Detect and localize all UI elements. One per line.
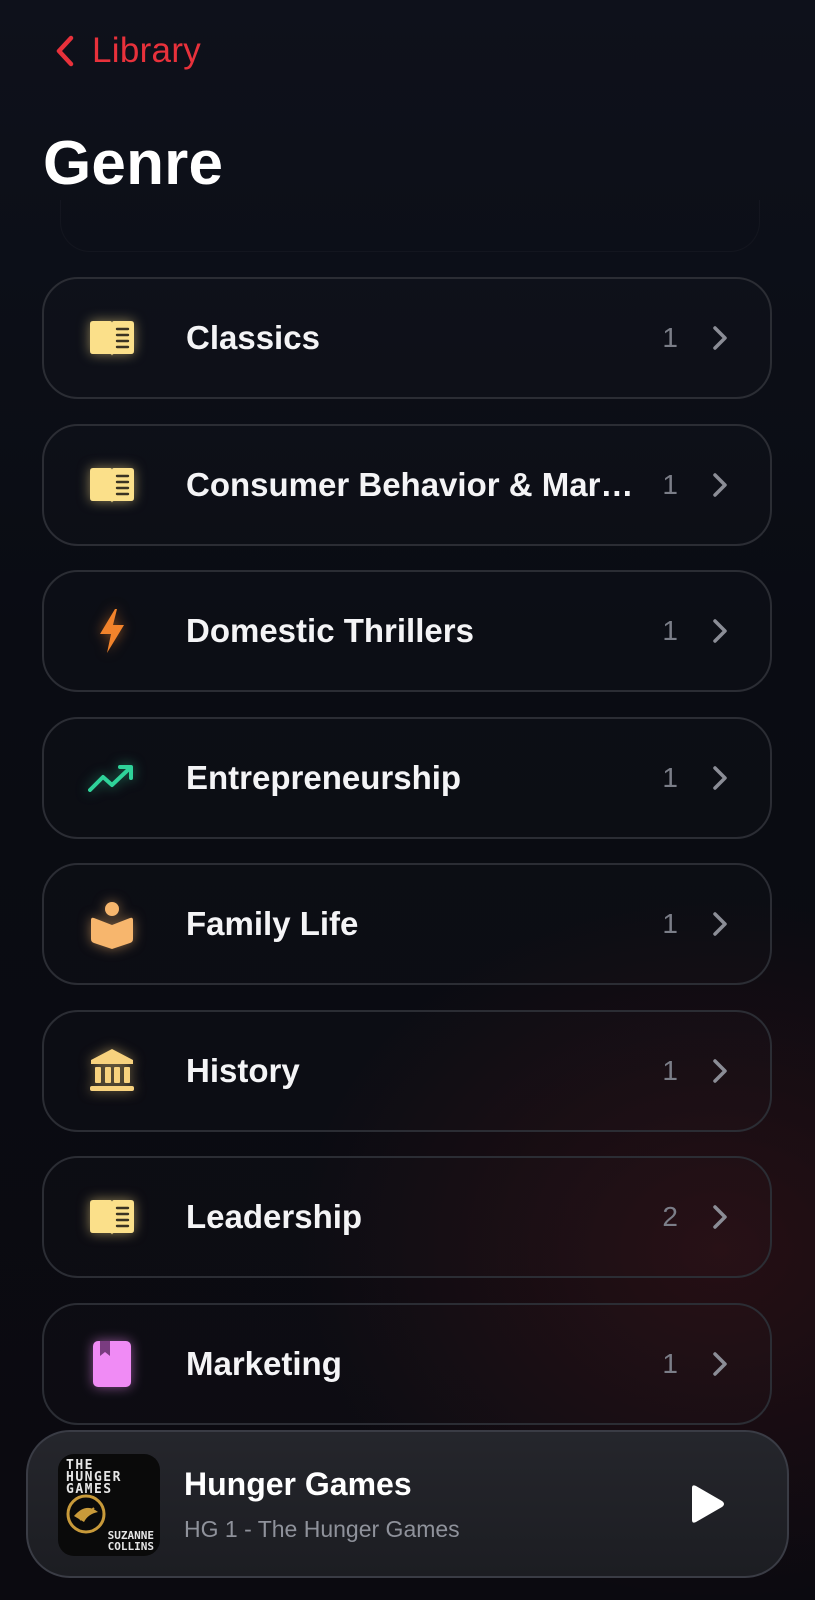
back-button[interactable]: Library xyxy=(52,28,201,74)
reading-person-icon xyxy=(84,896,140,952)
play-icon[interactable] xyxy=(684,1482,728,1526)
collapsed-header-edge xyxy=(60,200,760,252)
genre-count: 1 xyxy=(662,1054,678,1086)
genre-name: Family Life xyxy=(186,905,359,942)
chevron-right-icon xyxy=(713,326,727,350)
genre-row-domestic-thrillers[interactable]: Domestic Thrillers 1 xyxy=(42,570,772,692)
genre-count: 1 xyxy=(662,761,678,793)
genre-screen: Library Genre Classics 1 Consumer Behavi… xyxy=(0,0,815,1600)
genre-name: Entrepreneurship xyxy=(186,758,462,796)
lightning-icon xyxy=(84,603,140,659)
book-icon xyxy=(84,1189,140,1245)
genre-name: History xyxy=(186,1051,300,1089)
chevron-right-icon xyxy=(713,1205,727,1229)
cover-author-art: SUZANNE COLLINS xyxy=(107,1529,154,1553)
player-subtitle: HG 1 - The Hunger Games xyxy=(184,1516,460,1542)
trending-up-icon xyxy=(84,750,140,806)
genre-row-entrepreneurship[interactable]: Entrepreneurship 1 xyxy=(42,716,772,839)
genre-name: Domestic Thrillers xyxy=(186,612,474,649)
genre-row-history[interactable]: History 1 xyxy=(42,1009,772,1132)
book-icon xyxy=(84,310,140,366)
mini-player[interactable]: THE HUNGER GAMES SUZANNE COLLINS Hunger Gam… xyxy=(26,1430,789,1578)
bookmark-book-icon xyxy=(84,1336,140,1392)
genre-name: Consumer Behavior & Mar… xyxy=(186,465,634,503)
genre-row-classics[interactable]: Classics 1 xyxy=(42,277,772,399)
genre-count: 1 xyxy=(662,468,678,500)
player-title: Hunger Games xyxy=(184,1466,412,1502)
chevron-right-icon xyxy=(713,1058,727,1083)
museum-icon xyxy=(84,1043,140,1099)
back-label: Library xyxy=(92,31,202,70)
genre-count: 1 xyxy=(662,615,678,646)
book-cover[interactable]: THE HUNGER GAMES SUZANNE COLLINS xyxy=(58,1454,160,1556)
genre-name: Leadership xyxy=(186,1198,363,1235)
genre-name: Classics xyxy=(186,319,320,356)
genre-count: 2 xyxy=(662,1201,678,1232)
genre-row-leadership[interactable]: Leadership 2 xyxy=(42,1156,772,1278)
chevron-right-icon xyxy=(713,765,727,790)
genre-row-consumer-behavior-mar[interactable]: Consumer Behavior & Mar… 1 xyxy=(42,423,772,546)
cover-title-art: THE HUNGER GAMES xyxy=(66,1458,122,1497)
genre-name: Marketing xyxy=(186,1344,342,1382)
chevron-left-icon xyxy=(56,35,74,67)
genre-row-marketing[interactable]: Marketing 1 xyxy=(42,1302,772,1425)
genre-count: 1 xyxy=(662,908,678,939)
chevron-right-icon xyxy=(713,912,727,936)
book-icon xyxy=(84,457,140,513)
mockingjay-icon xyxy=(66,1494,106,1534)
chevron-right-icon xyxy=(713,472,727,497)
page-title: Genre xyxy=(43,129,224,198)
chevron-right-icon xyxy=(713,619,727,643)
genre-list: Classics 1 Consumer Behavior & Mar… 1 Do… xyxy=(42,277,772,1449)
genre-count: 1 xyxy=(662,322,678,353)
chevron-right-icon xyxy=(713,1351,727,1376)
genre-count: 1 xyxy=(662,1347,678,1379)
genre-row-family-life[interactable]: Family Life 1 xyxy=(42,863,772,985)
